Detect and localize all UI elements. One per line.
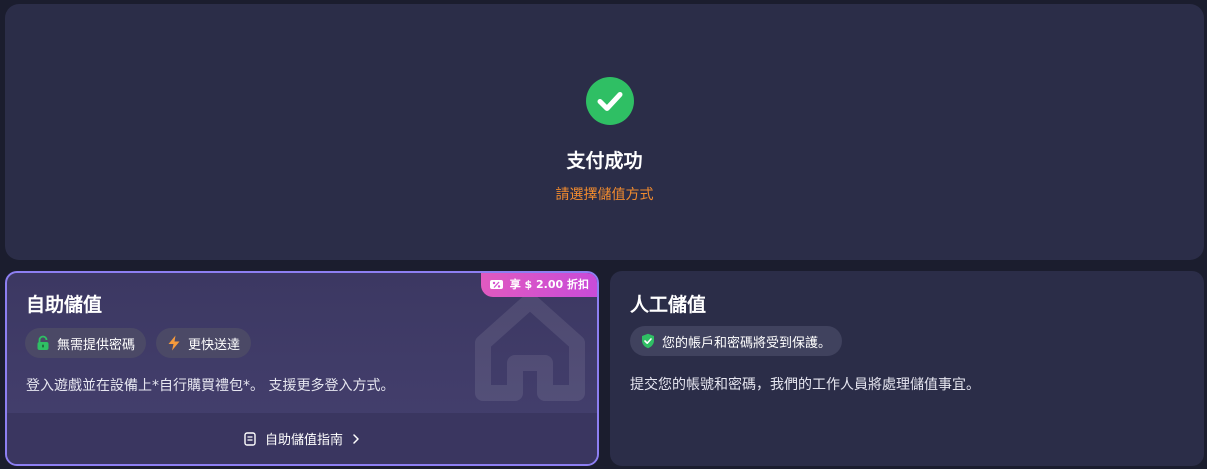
lightning-icon — [166, 335, 182, 351]
self-topup-guide-link[interactable]: 自助儲值指南 — [7, 413, 597, 464]
payment-result-page: 支付成功 請選擇儲值方式 享 $ 2.00 折扣 自助儲值 無需提供密碼 更快送… — [0, 0, 1207, 469]
guide-label: 自助儲值指南 — [264, 433, 343, 448]
self-topup-features: 無需提供密碼 更快送達 — [25, 328, 252, 358]
choose-method-subtitle: 請選擇儲值方式 — [555, 187, 654, 203]
feature-label: 更快送達 — [188, 337, 241, 353]
document-icon — [243, 431, 257, 446]
manual-topup-description: 提交您的帳號和密碼，我們的工作人員將處理儲值事宜。 — [630, 377, 980, 393]
feature-label: 您的帳戶和密碼將受到保護。 — [662, 335, 832, 351]
home-watermark-icon — [475, 293, 585, 401]
payment-success-panel: 支付成功 請選擇儲值方式 — [5, 4, 1204, 260]
chevron-right-icon — [351, 433, 361, 444]
self-topup-description: 登入遊戲並在設備上*自行購買禮包*。 支援更多登入方式。 — [26, 378, 395, 394]
check-circle-icon — [586, 77, 634, 125]
self-topup-title: 自助儲值 — [26, 294, 103, 316]
manual-topup-features: 您的帳戶和密碼將受到保護。 — [630, 326, 843, 356]
manual-topup-card[interactable]: 人工儲值 您的帳戶和密碼將受到保護。 提交您的帳號和密碼，我們的工作人員將處理儲… — [610, 271, 1204, 466]
discount-badge: 享 $ 2.00 折扣 — [480, 273, 597, 297]
feature-chip-faster-delivery: 更快送達 — [156, 328, 252, 358]
discount-badge-label: 享 $ 2.00 折扣 — [509, 278, 589, 291]
discount-ticket-icon — [489, 277, 504, 292]
feature-chip-no-password: 無需提供密碼 — [25, 328, 147, 358]
feature-chip-account-protected: 您的帳戶和密碼將受到保護。 — [630, 326, 843, 356]
lock-icon — [35, 335, 51, 351]
payment-success-title: 支付成功 — [566, 150, 643, 172]
self-topup-card[interactable]: 享 $ 2.00 折扣 自助儲值 無需提供密碼 更快送達 登入遊戲並在設備上*自… — [5, 271, 599, 466]
feature-label: 無需提供密碼 — [57, 337, 136, 353]
manual-topup-title: 人工儲值 — [630, 294, 707, 316]
shield-check-icon — [640, 333, 656, 349]
